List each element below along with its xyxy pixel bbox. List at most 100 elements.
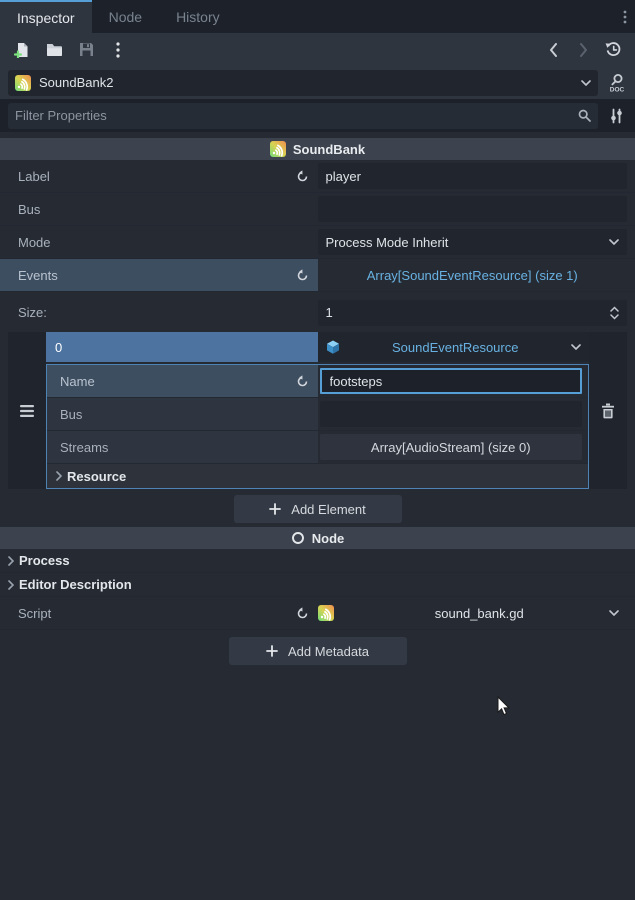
array-size-spinbox[interactable] xyxy=(318,300,628,326)
history-forward-icon[interactable] xyxy=(571,38,595,62)
edited-object-name: SoundBank2 xyxy=(39,75,573,90)
property-label-name: Label xyxy=(0,160,318,192)
filter-properties-input[interactable] xyxy=(15,108,570,123)
new-resource-icon[interactable] xyxy=(10,38,34,62)
bus-field[interactable] xyxy=(318,196,628,222)
section-process-label: Process xyxy=(19,553,70,568)
load-resource-folder-icon[interactable] xyxy=(42,38,66,62)
drag-handle-icon[interactable] xyxy=(8,332,46,489)
filter-row xyxy=(0,99,635,132)
chevron-right-icon xyxy=(56,471,62,481)
search-icon xyxy=(578,109,591,122)
section-process[interactable]: Process xyxy=(0,549,635,573)
property-streams-name: Streams xyxy=(47,431,318,463)
mode-dropdown[interactable]: Process Mode Inherit xyxy=(318,229,628,255)
element-bus-field[interactable] xyxy=(320,401,583,427)
section-editor-description-label: Editor Description xyxy=(19,577,132,592)
revert-icon[interactable] xyxy=(296,269,309,282)
element-resource-picker[interactable]: SoundEventResource xyxy=(318,332,590,362)
plus-icon xyxy=(269,503,281,515)
property-row-script: Script sound_bank.gd xyxy=(0,597,635,630)
property-row-mode: Mode Process Mode Inherit xyxy=(0,226,635,259)
chevron-right-icon xyxy=(8,580,14,590)
node-class-icon xyxy=(291,531,305,545)
property-row-name: Name xyxy=(47,365,588,398)
element-sub-inspector: Name Bus xyxy=(46,364,589,489)
property-tools-icon[interactable] xyxy=(598,99,635,132)
filter-properties-box xyxy=(8,103,598,129)
streams-array-button[interactable]: Array[AudioStream] (size 0) xyxy=(320,434,583,460)
add-element-label: Add Element xyxy=(291,502,365,517)
property-row-events: Events Array[SoundEventResource] (size 1… xyxy=(0,259,635,292)
property-row-bus: Bus xyxy=(0,193,635,226)
script-dropdown[interactable]: sound_bank.gd xyxy=(342,600,628,626)
element-resource-type: SoundEventResource xyxy=(348,340,564,355)
element-bus-input[interactable] xyxy=(328,407,575,422)
revert-icon[interactable] xyxy=(296,170,309,183)
add-metadata-button[interactable]: Add Metadata xyxy=(229,637,407,665)
tab-history-label: History xyxy=(176,9,220,25)
chevron-down-icon xyxy=(609,610,619,616)
chevron-down-icon xyxy=(581,80,591,86)
tab-history[interactable]: History xyxy=(159,0,237,33)
element-header: 0 SoundEventResource xyxy=(46,332,589,362)
add-element-button[interactable]: Add Element xyxy=(234,495,402,523)
mouse-cursor xyxy=(497,696,511,716)
array-size-name: Size: xyxy=(0,296,318,329)
revert-icon[interactable] xyxy=(296,607,309,620)
script-soundbank-icon xyxy=(318,605,334,621)
resource-section-toggle[interactable]: Resource xyxy=(47,464,588,488)
dock-tab-bar: Inspector Node History xyxy=(0,0,635,33)
object-cube-icon xyxy=(326,340,340,354)
events-array-button[interactable]: Array[SoundEventResource] (size 1) xyxy=(318,268,628,283)
resource-extra-menu-icon[interactable] xyxy=(106,38,130,62)
inspector-content: SoundBank Label Bus Mode Proc xyxy=(0,138,635,665)
save-resource-icon[interactable] xyxy=(74,38,98,62)
array-size-input[interactable] xyxy=(326,305,611,320)
label-field[interactable] xyxy=(318,163,628,189)
soundbank-class-icon xyxy=(270,141,286,157)
mode-value: Process Mode Inherit xyxy=(326,235,610,250)
category-soundbank-label: SoundBank xyxy=(293,142,365,157)
svg-text:DOC: DOC xyxy=(609,86,624,93)
soundbank-resource-icon xyxy=(15,75,31,91)
category-node-label: Node xyxy=(312,531,345,546)
property-name-name: Name xyxy=(47,365,318,397)
inspector-toolbar xyxy=(0,33,635,66)
tab-node-label: Node xyxy=(109,9,142,25)
property-row-size: Size: xyxy=(0,296,635,329)
label-input[interactable] xyxy=(326,169,620,184)
revert-icon[interactable] xyxy=(296,375,309,388)
property-row-element-bus: Bus xyxy=(47,398,588,431)
plus-icon xyxy=(266,645,278,657)
property-mode-name: Mode xyxy=(0,226,318,258)
edited-object-history-icon[interactable] xyxy=(601,38,625,62)
spinbox-arrows-icon[interactable] xyxy=(610,306,619,320)
add-metadata-label: Add Metadata xyxy=(288,644,369,659)
tab-list-menu-icon[interactable] xyxy=(619,0,631,33)
property-row-label: Label xyxy=(0,160,635,193)
delete-element-icon[interactable] xyxy=(589,332,627,489)
name-field-focused[interactable] xyxy=(320,368,583,394)
chevron-down-icon xyxy=(609,239,619,245)
category-node: Node xyxy=(0,527,635,549)
tab-inspector[interactable]: Inspector xyxy=(0,0,92,33)
tab-inspector-label: Inspector xyxy=(17,10,75,26)
array-element-0: 0 SoundEventResource Name xyxy=(8,332,627,489)
property-script-name: Script xyxy=(0,597,318,629)
element-index: 0 xyxy=(46,332,318,362)
chevron-right-icon xyxy=(8,556,14,566)
property-row-streams: Streams Array[AudioStream] (size 0) xyxy=(47,431,588,464)
resource-section-label: Resource xyxy=(67,469,126,484)
property-events-name: Events xyxy=(0,259,318,291)
section-editor-description[interactable]: Editor Description xyxy=(0,573,635,597)
script-value: sound_bank.gd xyxy=(350,606,610,621)
chevron-down-icon xyxy=(571,344,581,350)
open-docs-icon[interactable]: DOC xyxy=(598,66,635,99)
name-input[interactable] xyxy=(330,374,573,389)
tab-node[interactable]: Node xyxy=(92,0,159,33)
history-back-icon[interactable] xyxy=(541,38,565,62)
edited-object-selector[interactable]: SoundBank2 xyxy=(8,70,598,96)
bus-input[interactable] xyxy=(326,202,620,217)
category-soundbank: SoundBank xyxy=(0,138,635,160)
